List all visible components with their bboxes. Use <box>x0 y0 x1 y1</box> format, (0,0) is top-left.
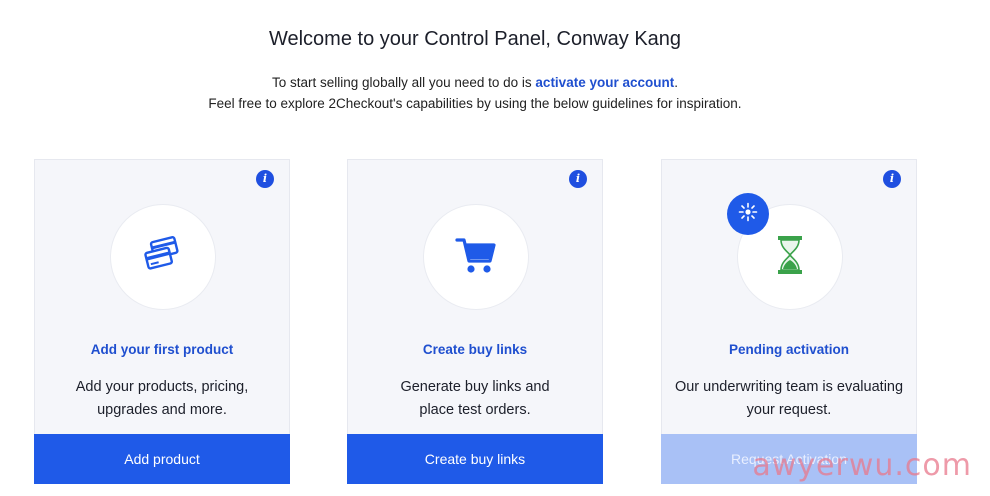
intro-line-2: Feel free to explore 2Checkout's capabil… <box>208 96 742 111</box>
card-description: Our underwriting team is evaluating your… <box>672 376 906 422</box>
shopping-cart-icon <box>454 233 498 282</box>
activate-account-link[interactable]: activate your account <box>535 75 674 90</box>
icon-circle <box>423 204 529 310</box>
card-title: Create buy links <box>422 342 528 357</box>
card-title: Add your first product <box>90 342 234 357</box>
card-description-line: Our underwriting team is evaluating <box>674 379 904 395</box>
create-buy-links-button[interactable]: Create buy links <box>347 434 603 484</box>
hourglass-icon <box>775 234 805 281</box>
intro-suffix: . <box>674 75 678 90</box>
info-icon[interactable]: i <box>883 170 901 188</box>
status-badge <box>727 193 769 235</box>
info-icon[interactable]: i <box>569 170 587 188</box>
card-create-buy-links: i Create buy links Generate buy links an… <box>347 159 603 484</box>
card-description: Add your products, pricing, upgrades and… <box>45 376 279 422</box>
icon-circle <box>110 204 216 310</box>
card-pending-activation: i Pending activation Our underwriting te… <box>661 159 917 484</box>
watermark: awyerwu.com <box>752 448 972 483</box>
card-description-line: Generate buy links and <box>400 379 550 395</box>
intro-prefix: To start selling globally all you need t… <box>272 75 536 90</box>
info-icon[interactable]: i <box>256 170 274 188</box>
credit-cards-icon <box>142 234 184 281</box>
card-description-line: your request. <box>746 402 832 418</box>
intro-line-1: To start selling globally all you need t… <box>0 72 950 93</box>
intro-text: To start selling globally all you need t… <box>0 72 950 114</box>
card-description-line: upgrades and more. <box>97 402 227 418</box>
card-add-product: i Add your first product Add your produc… <box>34 159 290 484</box>
card-title: Pending activation <box>728 342 850 357</box>
sparkle-icon <box>738 202 758 227</box>
card-description: Generate buy links and place test orders… <box>358 376 592 422</box>
add-product-button[interactable]: Add product <box>34 434 290 484</box>
card-description-line: Add your products, pricing, <box>75 379 249 395</box>
card-description-line: place test orders. <box>419 402 531 418</box>
page-title: Welcome to your Control Panel, Conway Ka… <box>268 28 682 50</box>
